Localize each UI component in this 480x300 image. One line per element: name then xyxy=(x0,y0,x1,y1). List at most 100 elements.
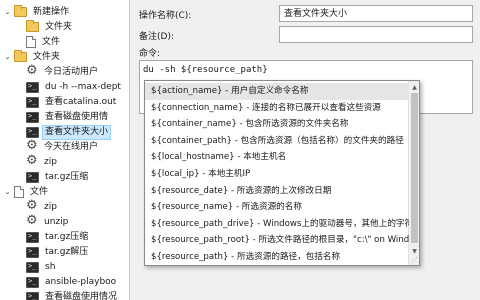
terminal-icon xyxy=(26,81,39,93)
scroll-thumb[interactable] xyxy=(411,93,418,243)
tree-item[interactable]: du -h --max-dept xyxy=(0,79,129,95)
tree-item-label: ansible-playboo xyxy=(45,276,117,287)
tree-item[interactable]: ⌄ 文件 xyxy=(0,184,129,200)
tree-item-label: sh xyxy=(45,261,56,272)
terminal-icon xyxy=(26,231,39,243)
popup-scrollbar[interactable]: ▲ ▼ xyxy=(408,81,419,265)
popup-variable-item[interactable]: ${action_name} - 用户自定义命令名称 xyxy=(145,83,409,100)
folder-icon xyxy=(14,50,27,62)
terminal-icon xyxy=(26,291,39,300)
gear-icon xyxy=(26,138,38,153)
popup-variable-item[interactable]: ${resource_path} - 所选资源的路径，包括名称 xyxy=(145,249,409,265)
terminal-icon xyxy=(26,171,39,183)
gear-icon xyxy=(26,63,38,78)
tree-item[interactable]: ansible-playboo xyxy=(0,274,129,290)
tree-item[interactable]: 查看文件夹大小 xyxy=(0,124,129,140)
tree-item-label: du -h --max-dept xyxy=(45,81,121,92)
terminal-icon xyxy=(26,276,39,288)
tree-item-label: 查看磁盘使用情况 xyxy=(45,291,118,300)
folder-icon xyxy=(26,20,39,32)
gear-icon xyxy=(26,153,38,168)
folder-icon xyxy=(14,5,27,17)
tree-item[interactable]: zip xyxy=(0,198,129,215)
tree-item[interactable]: ⌄ 文件夹 xyxy=(0,49,129,65)
popup-variable-item[interactable]: ${container_path} - 包含所选资源（包括名称）的文件夹的路径 xyxy=(145,133,409,150)
tree-item[interactable]: tar.gz压缩 xyxy=(0,229,129,245)
scroll-down-icon[interactable]: ▼ xyxy=(409,246,419,256)
name-label: 操作名称(C): xyxy=(139,11,192,21)
file-icon xyxy=(14,186,24,198)
popup-variable-item[interactable]: ${container_name} - 包含所选资源的文件夹名称 xyxy=(145,116,409,133)
terminal-icon xyxy=(26,246,39,258)
terminal-icon xyxy=(26,261,39,273)
tree-item[interactable]: sh xyxy=(0,259,129,275)
tree-item[interactable]: unzip xyxy=(0,213,129,230)
tree-item-label: 文件夹 xyxy=(45,21,73,32)
remark-field[interactable] xyxy=(279,26,473,43)
command-label: 命令: xyxy=(139,49,161,59)
popup-variable-item[interactable]: ${connection_name} - 连接的名称已展开以查看这些资源 xyxy=(145,100,409,117)
tree-item[interactable]: tar.gz压缩 xyxy=(0,169,129,185)
tree-item-label: 今日活动用户 xyxy=(44,66,99,77)
tree-item-label: zip xyxy=(44,201,57,212)
popup-variable-item[interactable]: ${local_ip} - 本地主机IP xyxy=(145,166,409,183)
file-icon xyxy=(26,36,36,48)
tree-item[interactable]: zip xyxy=(0,153,129,170)
popup-variable-item[interactable]: ${resource_name} - 所选资源的名称 xyxy=(145,199,409,216)
tree-item[interactable]: 查看磁盘使用情 xyxy=(0,109,129,125)
action-tree[interactable]: ⌄ 新建操作文件夹文件 ⌄文件夹今日活动用户 du -h --max-dept 查看ca… xyxy=(0,0,130,300)
tree-item-label: tar.gz解压 xyxy=(45,246,89,257)
tree-item[interactable]: 查看catalina.out xyxy=(0,94,129,110)
tree-item[interactable]: ⌄ 新建操作 xyxy=(0,4,129,20)
tree-item-label: tar.gz压缩 xyxy=(45,231,89,242)
tree-item-label: 文件 xyxy=(42,36,61,47)
tree-item[interactable]: tar.gz解压 xyxy=(0,244,129,260)
terminal-icon xyxy=(26,111,39,123)
popup-variable-item[interactable]: ${resource_path_drive} - Windows上的驱动器号，其… xyxy=(145,216,409,233)
variable-autocomplete-popup[interactable]: ▲ ▼ ⋰ ${action_name} - 用户自定义命令名称 ${connec… xyxy=(144,80,420,266)
command-text: du -sh ${resource_path} xyxy=(143,65,268,75)
tree-item-label: 查看catalina.out xyxy=(45,96,117,107)
tree-item[interactable]: 文件夹 xyxy=(0,19,129,35)
popup-variable-item[interactable]: ${resource_path_root} - 所选文件路径的根目录，"c:\"… xyxy=(145,232,409,249)
tree-item-label: 查看磁盘使用情 xyxy=(45,111,109,122)
tree-item[interactable]: 文件 xyxy=(0,34,129,50)
terminal-icon xyxy=(26,96,39,108)
popup-variable-item[interactable]: ${resource_date} - 所选资源的上次修改日期 xyxy=(145,183,409,200)
popup-variable-item[interactable]: ${local_hostname} - 本地主机名 xyxy=(145,149,409,166)
tree-item-label: 查看文件夹大小 xyxy=(42,124,112,140)
tree-item-label: unzip xyxy=(44,216,69,227)
tree-item[interactable]: 查看磁盘使用情况 xyxy=(0,289,129,300)
tree-item-label: 今天在线用户 xyxy=(44,141,99,152)
terminal-icon xyxy=(26,126,39,138)
tree-item[interactable]: 今天在线用户 xyxy=(0,138,129,155)
resize-grip-icon[interactable]: ⋰ xyxy=(411,256,418,264)
gear-icon xyxy=(26,213,38,228)
scroll-up-icon[interactable]: ▲ xyxy=(409,82,419,92)
collapse-icon[interactable]: ⌄ xyxy=(3,188,12,197)
tree-item-label: zip xyxy=(44,156,57,167)
tree-item[interactable]: 今日活动用户 xyxy=(0,63,129,80)
tree-item-label: tar.gz压缩 xyxy=(45,171,89,182)
name-field[interactable]: 查看文件夹大小 xyxy=(279,5,473,22)
tree-item-label: 新建操作 xyxy=(33,6,70,17)
remark-label: 备注(D): xyxy=(139,32,174,42)
collapse-icon[interactable]: ⌄ xyxy=(3,53,12,62)
collapse-icon[interactable]: ⌄ xyxy=(3,8,12,17)
